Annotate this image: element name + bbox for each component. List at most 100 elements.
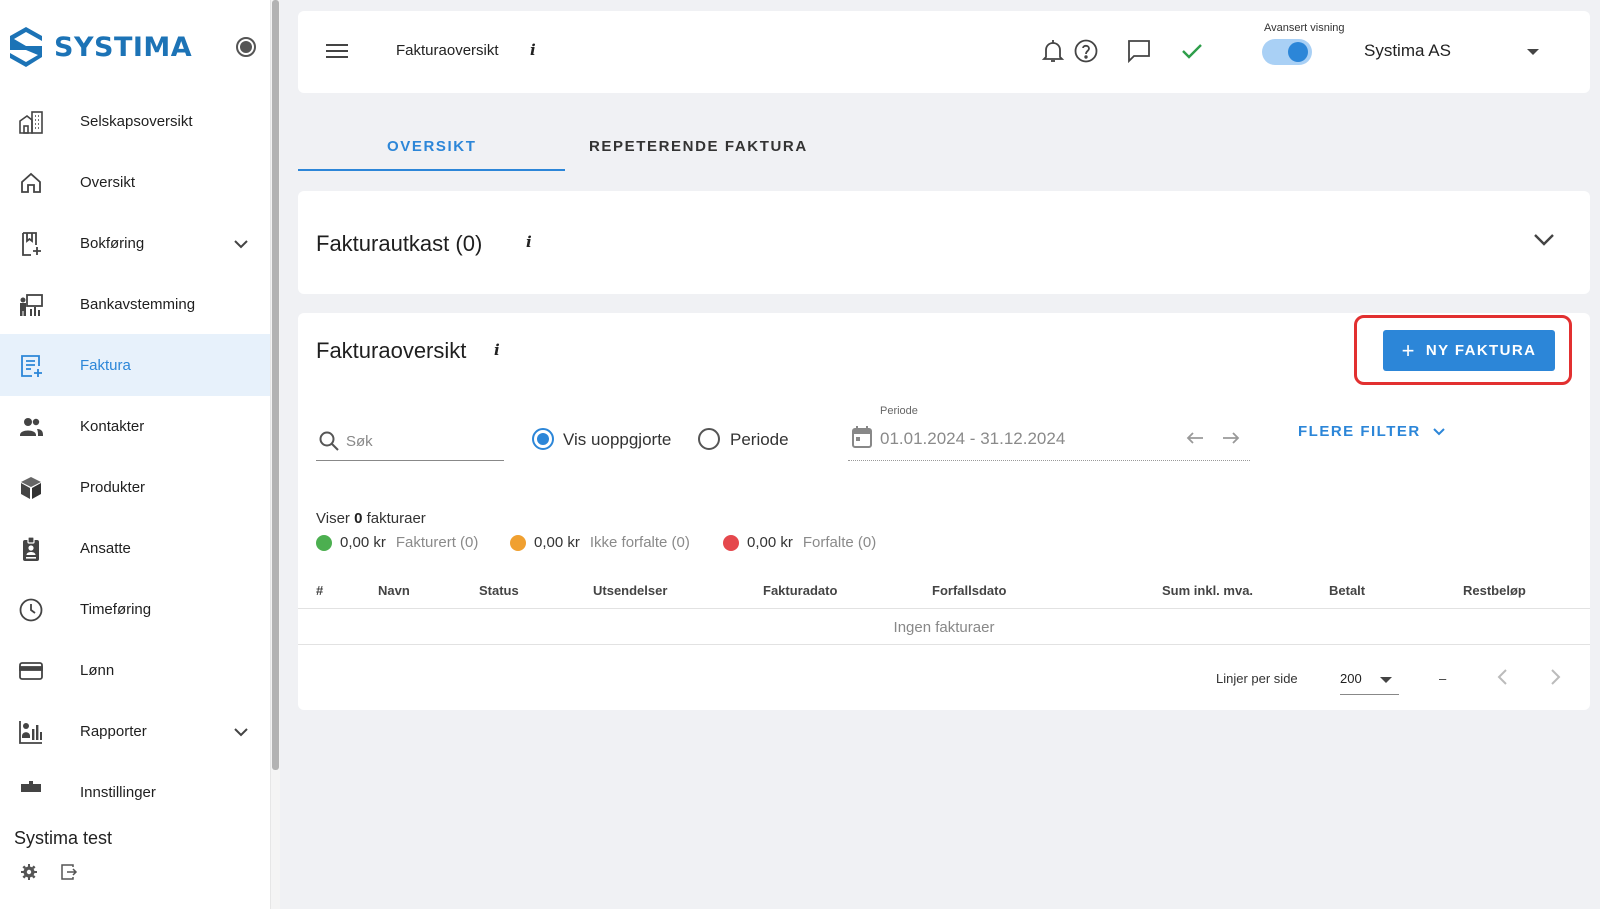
stat-amount: 0,00 kr [534, 534, 580, 551]
invoice-overview-title: Fakturaoversikt [316, 338, 467, 363]
tab-oversikt[interactable]: OVERSIKT [387, 138, 476, 155]
sidebar-item-label: Faktura [80, 356, 131, 374]
sidebar-item-label: Timeføring [80, 600, 152, 618]
sidebar-item-label: Bankavstemming [80, 295, 196, 313]
product-box-icon [21, 477, 41, 499]
info-icon[interactable]: i [530, 41, 536, 59]
advanced-view-toggle[interactable] [1262, 39, 1312, 65]
stat-overdue: 0,00 kr Forfalte (0) [723, 534, 876, 551]
chevron-down-icon[interactable] [1533, 233, 1555, 247]
sidebar-item-label: Selskapsoversikt [80, 112, 193, 130]
table-divider [298, 644, 1590, 645]
new-invoice-button[interactable]: + NY FAKTURA [1383, 330, 1555, 371]
page-title: Fakturaoversikt [396, 42, 499, 59]
sidebar-item-label: Lønn [80, 661, 115, 679]
chevron-down-icon[interactable] [234, 725, 248, 739]
stat-amount: 0,00 kr [340, 534, 386, 551]
chevron-left-icon[interactable] [1496, 668, 1508, 686]
sidebar-item-timeforing[interactable]: Timeføring [0, 578, 270, 640]
column-header-status[interactable]: Status [479, 583, 519, 598]
caret-down-icon[interactable] [1527, 49, 1539, 55]
bell-icon[interactable] [1040, 38, 1066, 64]
radio-show-unsettled-label[interactable]: Vis uoppgjorte [563, 430, 671, 450]
arrow-left-icon[interactable] [1186, 430, 1204, 446]
info-icon[interactable]: i [526, 233, 532, 251]
sidebar-item-produkter[interactable]: Produkter [0, 456, 270, 518]
arrow-right-icon[interactable] [1222, 430, 1240, 446]
company-selector[interactable]: Systima AS [1364, 41, 1451, 61]
stat-label: Ikke forfalte (0) [589, 534, 690, 551]
sidebar-item-faktura[interactable]: Faktura [0, 334, 270, 396]
stat-label: Forfalte (0) [802, 534, 877, 551]
building-icon [19, 111, 43, 134]
help-icon[interactable] [1073, 38, 1099, 64]
radio-period-label[interactable]: Periode [730, 430, 789, 450]
sidebar-item-label: Oversikt [80, 173, 136, 191]
advanced-view-label: Avansert visning [1264, 22, 1345, 34]
new-invoice-button-label: NY FAKTURA [1425, 342, 1537, 359]
search-icon [319, 431, 339, 451]
showing-suffix: fakturaer [366, 510, 426, 527]
more-filters-button[interactable]: FLERE FILTER [1298, 423, 1445, 440]
sidebar-item-lonn[interactable]: Lønn [0, 639, 270, 701]
drafts-panel[interactable]: Fakturautkast (0) i [298, 191, 1590, 294]
sidebar-item-oversikt[interactable]: Oversikt [0, 151, 270, 213]
column-header-remaining[interactable]: Restbeløp [1463, 583, 1526, 598]
logo[interactable]: SYSTIMA [8, 25, 192, 69]
search-input[interactable] [346, 429, 496, 453]
hamburger-menu-icon[interactable] [326, 41, 348, 61]
tab-repeterende-faktura[interactable]: REPETERENDE FAKTURA [589, 138, 808, 155]
column-header-sum-incl-vat[interactable]: Sum inkl. mva. [1162, 583, 1253, 598]
chat-icon[interactable] [1126, 38, 1152, 64]
column-header-due-date[interactable]: Forfallsdato [932, 583, 1006, 598]
column-header-number[interactable]: # [316, 583, 323, 598]
calendar-icon[interactable] [852, 426, 872, 448]
stat-amount: 0,00 kr [747, 534, 793, 551]
column-header-paid[interactable]: Betalt [1329, 583, 1365, 598]
showing-count: Viser 0 fakturaer [316, 510, 426, 527]
caret-down-icon [1380, 677, 1392, 683]
rows-per-page-label: Linjer per side [1216, 671, 1298, 686]
period-caption: Periode [880, 405, 918, 417]
radio-show-unsettled[interactable] [532, 428, 554, 450]
chevron-down-icon[interactable] [234, 237, 248, 251]
sidebar-item-kontakter[interactable]: Kontakter [0, 395, 270, 457]
search-field[interactable] [316, 423, 504, 461]
top-bar: Fakturaoversikt i Avansert visning Systi… [298, 11, 1590, 93]
gear-icon[interactable] [20, 863, 38, 881]
info-icon[interactable]: i [494, 341, 500, 359]
status-dot-green [316, 534, 332, 551]
sidebar-item-selskapsoversikt[interactable]: Selskapsoversikt [0, 90, 270, 152]
table-divider [298, 608, 1590, 609]
radio-period[interactable] [698, 428, 720, 450]
clock-icon [19, 598, 43, 622]
column-header-name[interactable]: Navn [378, 583, 410, 598]
sidebar-collapse-toggle[interactable] [236, 37, 256, 57]
active-tab-indicator [298, 169, 565, 171]
sidebar-item-label: Kontakter [80, 417, 145, 435]
employee-badge-icon [23, 536, 39, 561]
period-value: 01.01.2024 - 31.12.2024 [880, 429, 1066, 448]
plus-icon: + [1401, 337, 1416, 363]
sidebar-item-innstillinger[interactable]: Innstillinger [0, 761, 270, 802]
sidebar-item-ansatte[interactable]: Ansatte [0, 517, 270, 579]
sidebar-item-label: Produkter [80, 478, 146, 496]
stat-invoiced: 0,00 kr Fakturert (0) [316, 534, 478, 551]
sidebar-item-label: Rapporter [80, 722, 147, 740]
chevron-right-icon[interactable] [1550, 668, 1562, 686]
sidebar-item-label: Ansatte [80, 539, 131, 557]
column-header-dispatches[interactable]: Utsendelser [593, 583, 667, 598]
sidebar-item-label: Innstillinger [80, 783, 156, 801]
bookkeeping-icon [22, 232, 41, 256]
rows-per-page-select[interactable]: 200 [1340, 661, 1399, 695]
checkmark-icon[interactable] [1179, 38, 1205, 64]
sidebar-scrollbar-thumb[interactable] [272, 0, 279, 770]
sidebar-item-bokforing[interactable]: Bokføring [0, 212, 270, 274]
stat-label: Fakturert (0) [395, 534, 479, 551]
sidebar-item-bankavstemming[interactable]: Bankavstemming [0, 273, 270, 335]
sidebar-item-rapporter[interactable]: Rapporter [0, 700, 270, 762]
contacts-icon [20, 418, 43, 436]
period-date-range-field[interactable]: Periode 01.01.2024 - 31.12.2024 [848, 403, 1250, 461]
logout-icon[interactable] [60, 863, 78, 881]
column-header-invoice-date[interactable]: Fakturadato [763, 583, 837, 598]
